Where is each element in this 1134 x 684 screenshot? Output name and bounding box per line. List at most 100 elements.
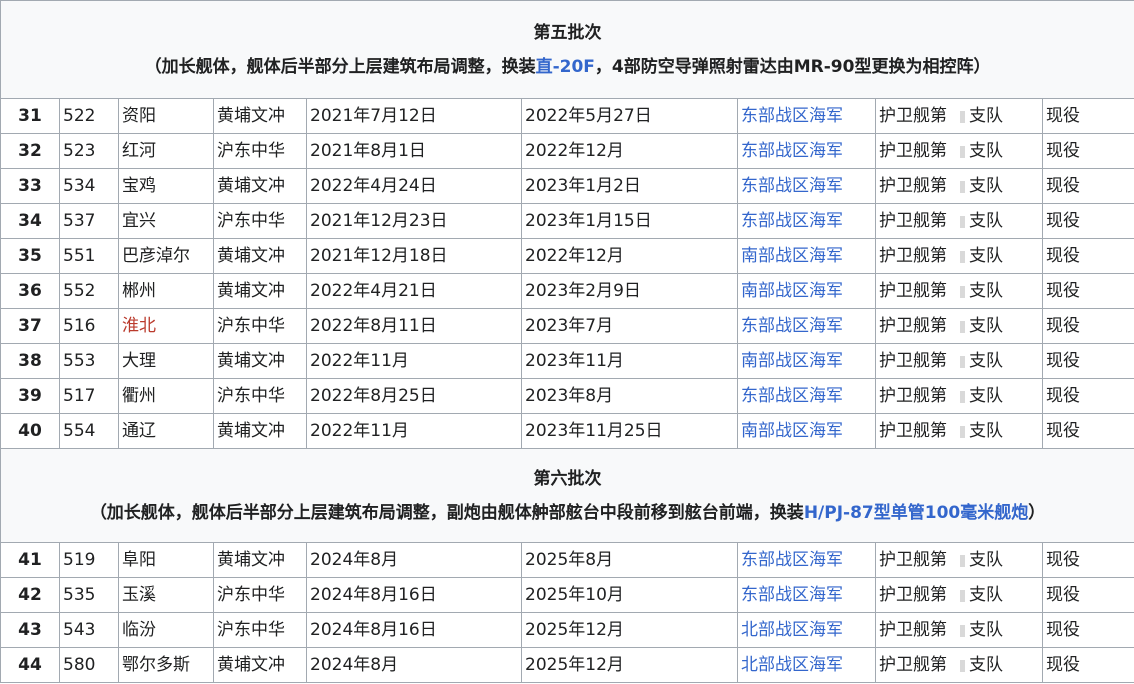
redaction-mark — [947, 655, 969, 675]
hull-number: 535 — [59, 577, 119, 613]
ship-name: 巴彦淖尔 — [122, 246, 190, 266]
ship-number: 37 — [0, 308, 60, 344]
fleet-link[interactable]: 东部战区海军 — [741, 386, 843, 406]
launch-date: 2022年8月25日 — [306, 378, 522, 414]
unit-prefix: 护卫舰第 — [879, 585, 947, 605]
launch-date: 2022年4月21日 — [306, 273, 522, 309]
batch-note: （加长舰体，舰体后半部分上层建筑布局调整，副炮由舰体舯部舷台中段前移到舷台前端，… — [2, 502, 1134, 523]
fleet-link[interactable]: 南部战区海军 — [741, 351, 843, 371]
batch-note-text-end: ，4部防空导弹照射雷达由MR-90型更换为相控阵） — [594, 56, 991, 77]
unit-suffix: 支队 — [969, 351, 1003, 371]
commission-date: 2023年2月9日 — [521, 273, 738, 309]
fleet-cell: 南部战区海军 — [737, 413, 876, 449]
ship-name: 大理 — [122, 351, 156, 371]
ship-name-cell: 资阳 — [118, 98, 214, 134]
unit-prefix: 护卫舰第 — [879, 246, 947, 266]
hull-number: 552 — [59, 273, 119, 309]
ship-number: 43 — [0, 612, 60, 648]
unit-prefix: 护卫舰第 — [879, 386, 947, 406]
ship-name: 郴州 — [122, 281, 156, 301]
fleet-link[interactable]: 东部战区海军 — [741, 211, 843, 231]
ship-name-cell: 阜阳 — [118, 542, 214, 578]
batch-note-link[interactable]: 直-20F — [536, 57, 595, 77]
ship-row: 42 535 玉溪 沪东中华 2024年8月16日 2025年10月 东部战区海军 护卫舰第 支… — [0, 577, 1134, 613]
status: 现役 — [1041, 238, 1134, 274]
status: 现役 — [1041, 378, 1134, 414]
fleet-link[interactable]: 东部战区海军 — [741, 585, 843, 605]
hull-number: 517 — [59, 378, 119, 414]
fleet-link[interactable]: 东部战区海军 — [741, 176, 843, 196]
frigate-list-page: 第五批次 （加长舰体，舰体后半部分上层建筑布局调整，换装直-20F，4部防空导弹照… — [0, 0, 1134, 684]
batch-note-text-end: ） — [1028, 502, 1046, 523]
commission-date: 2025年8月 — [521, 542, 738, 578]
fleet-link[interactable]: 北部战区海军 — [741, 620, 843, 640]
unit-suffix: 支队 — [969, 386, 1003, 406]
ship-row: 31 522 资阳 黄埔文冲 2021年7月12日 2022年5月27日 东部战区海军 护卫舰… — [0, 98, 1134, 134]
launch-date: 2022年11月 — [306, 413, 522, 449]
unit-suffix: 支队 — [969, 106, 1003, 126]
ship-name: 宜兴 — [122, 211, 156, 231]
commission-date: 2025年10月 — [521, 577, 738, 613]
batch-header-row: 第五批次 （加长舰体，舰体后半部分上层建筑布局调整，换装直-20F，4部防空导弹照… — [0, 0, 1134, 99]
shipyard: 沪东中华 — [213, 133, 307, 169]
unit-suffix: 支队 — [969, 421, 1003, 441]
unit-suffix: 支队 — [969, 281, 1003, 301]
commission-date: 2023年7月 — [521, 308, 738, 344]
ship-number: 33 — [0, 168, 60, 204]
redaction-mark — [947, 281, 969, 301]
status: 现役 — [1041, 98, 1134, 134]
launch-date: 2021年8月1日 — [306, 133, 522, 169]
ship-row: 43 543 临汾 沪东中华 2024年8月16日 2025年12月 北部战区海军 护卫舰第 支… — [0, 612, 1134, 648]
batch-note-text: （加长舰体，舰体后半部分上层建筑布局调整，副炮由舰体舯部舷台中段前移到舷台前端，… — [89, 502, 804, 523]
ship-name-link[interactable]: 淮北 — [122, 316, 156, 336]
fleet-link[interactable]: 东部战区海军 — [741, 550, 843, 570]
ship-name-cell: 红河 — [118, 133, 214, 169]
unit-cell: 护卫舰第 支队 — [875, 203, 1043, 239]
hull-number: 522 — [59, 98, 119, 134]
ship-number: 40 — [0, 413, 60, 449]
launch-date: 2022年8月11日 — [306, 308, 522, 344]
ship-name-cell: 郴州 — [118, 273, 214, 309]
ship-row: 32 523 红河 沪东中华 2021年8月1日 2022年12月 东部战区海军 护卫舰第 支队… — [0, 133, 1134, 169]
redaction-mark — [947, 176, 969, 196]
ship-number: 41 — [0, 542, 60, 578]
unit-prefix: 护卫舰第 — [879, 550, 947, 570]
fleet-link[interactable]: 东部战区海军 — [741, 316, 843, 336]
unit-suffix: 支队 — [969, 176, 1003, 196]
fleet-link[interactable]: 东部战区海军 — [741, 141, 843, 161]
redaction-mark — [947, 351, 969, 371]
fleet-cell: 北部战区海军 — [737, 612, 876, 648]
unit-cell: 护卫舰第 支队 — [875, 647, 1043, 683]
ship-name: 通辽 — [122, 421, 156, 441]
unit-cell: 护卫舰第 支队 — [875, 577, 1043, 613]
redaction-mark — [947, 585, 969, 605]
fleet-link[interactable]: 北部战区海军 — [741, 655, 843, 675]
shipyard: 沪东中华 — [213, 378, 307, 414]
fleet-cell: 东部战区海军 — [737, 203, 876, 239]
frigate-table: 第五批次 （加长舰体，舰体后半部分上层建筑布局调整，换装直-20F，4部防空导弹照… — [0, 0, 1134, 683]
ship-name: 衢州 — [122, 386, 156, 406]
status: 现役 — [1041, 273, 1134, 309]
redaction-mark — [947, 246, 969, 266]
ship-name-cell: 临汾 — [118, 612, 214, 648]
unit-cell: 护卫舰第 支队 — [875, 133, 1043, 169]
shipyard: 沪东中华 — [213, 308, 307, 344]
fleet-link[interactable]: 南部战区海军 — [741, 281, 843, 301]
launch-date: 2024年8月16日 — [306, 612, 522, 648]
ship-number: 36 — [0, 273, 60, 309]
ship-row: 38 553 大理 黄埔文冲 2022年11月 2023年11月 南部战区海军 护卫舰第 支队 现… — [0, 343, 1134, 379]
redaction-mark — [947, 211, 969, 231]
fleet-link[interactable]: 南部战区海军 — [741, 421, 843, 441]
ship-name: 玉溪 — [122, 585, 156, 605]
unit-suffix: 支队 — [969, 585, 1003, 605]
commission-date: 2023年1月2日 — [521, 168, 738, 204]
fleet-link[interactable]: 南部战区海军 — [741, 246, 843, 266]
ship-name-cell: 宜兴 — [118, 203, 214, 239]
ship-name-cell: 玉溪 — [118, 577, 214, 613]
batch-note-link[interactable]: H/PJ-87型单管100毫米舰炮 — [804, 503, 1028, 523]
ship-name-cell: 巴彦淖尔 — [118, 238, 214, 274]
ship-name-cell: 衢州 — [118, 378, 214, 414]
fleet-link[interactable]: 东部战区海军 — [741, 106, 843, 126]
shipyard: 黄埔文冲 — [213, 238, 307, 274]
unit-prefix: 护卫舰第 — [879, 141, 947, 161]
